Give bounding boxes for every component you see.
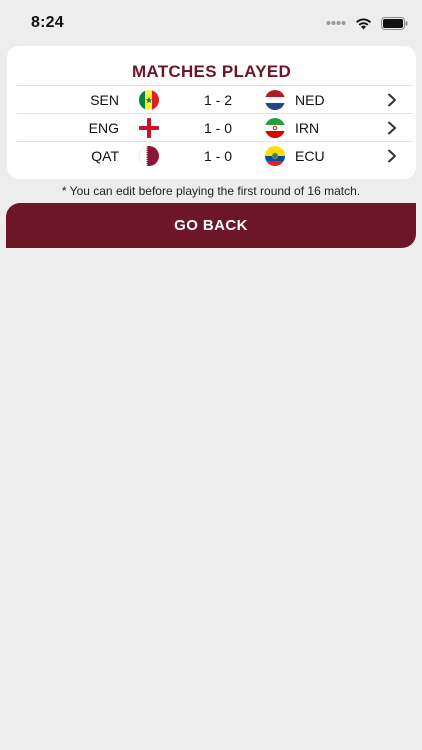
england-flag-icon: [139, 118, 159, 138]
chevron-right-icon[interactable]: [387, 149, 397, 163]
signal-dots-icon: [326, 21, 346, 25]
chevron-right-icon[interactable]: [387, 121, 397, 135]
match-score: 1 - 2: [203, 92, 232, 108]
home-team: ENG: [88, 120, 119, 136]
qatar-flag-icon: [139, 146, 159, 166]
battery-icon: [381, 16, 408, 30]
edit-note: * You can edit before playing the first …: [61, 184, 361, 198]
match-row[interactable]: QAT 1 - 0 ECU: [17, 141, 413, 170]
away-team: IRN: [295, 120, 320, 136]
status-icons: [326, 15, 408, 31]
match-row[interactable]: SEN 1 - 2 NED: [17, 85, 413, 114]
card-title: MATCHES PLAYED: [131, 62, 292, 81]
go-back-button[interactable]: GO BACK: [6, 203, 416, 248]
match-row[interactable]: ENG 1 - 0 IRN: [17, 113, 413, 142]
home-team: SEN: [90, 92, 119, 108]
match-score: 1 - 0: [203, 120, 232, 136]
status-time: 8:24: [31, 14, 64, 31]
ecuador-flag-icon: [265, 146, 285, 166]
iran-flag-icon: [265, 118, 285, 138]
wifi-icon: [356, 17, 371, 29]
matches-card: MATCHES PLAYED SEN 1 - 2 NED ENG 1 - 0 I…: [7, 46, 416, 179]
away-team: ECU: [295, 148, 325, 164]
home-team: QAT: [91, 148, 119, 164]
senegal-flag-icon: [139, 90, 159, 110]
away-team: NED: [295, 92, 325, 108]
chevron-right-icon[interactable]: [387, 93, 397, 107]
status-bar: 8:24: [0, 0, 422, 46]
netherlands-flag-icon: [265, 90, 285, 110]
match-score: 1 - 0: [203, 148, 232, 164]
